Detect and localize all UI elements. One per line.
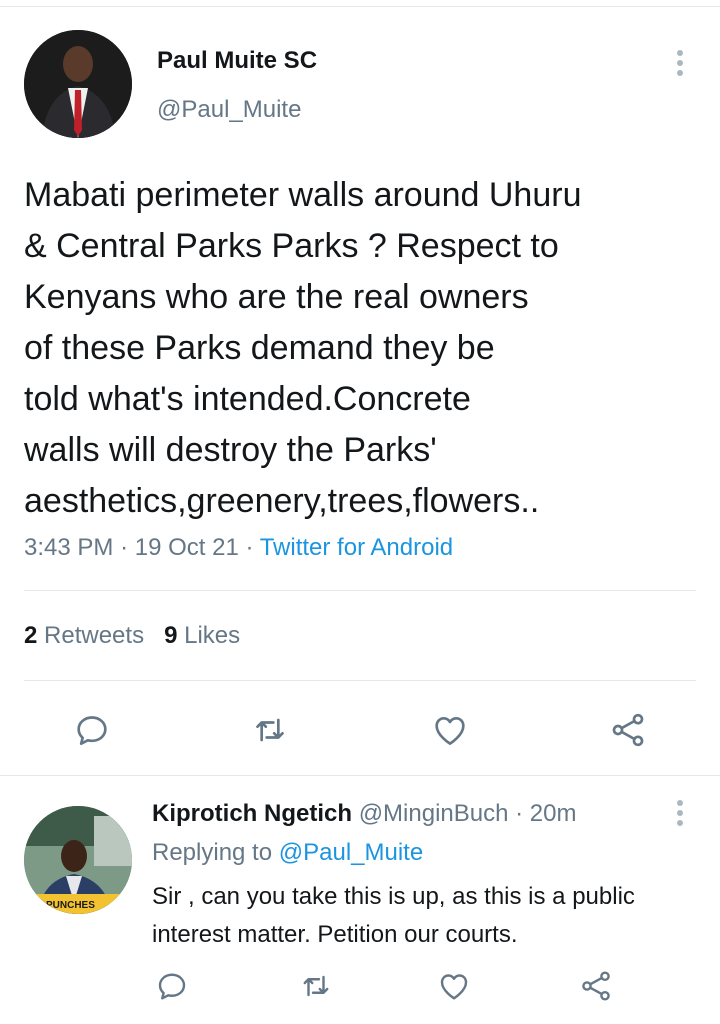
like-button[interactable] xyxy=(428,708,472,752)
tweet-text-line: walls will destroy the Parks' xyxy=(24,431,437,469)
author-avatar-image xyxy=(24,30,132,138)
tweet-text-line: & Central Parks Parks ? Respect to xyxy=(24,227,559,265)
reply-author-name[interactable]: Kiprotich Ngetich xyxy=(152,800,352,827)
reply-reply-button[interactable] xyxy=(152,966,192,1006)
divider xyxy=(24,590,696,591)
avatar-caption: PUNCHES xyxy=(46,900,95,911)
tweet-text-line: Mabati perimeter walls around Uhuru xyxy=(24,176,582,214)
reply-share-button[interactable] xyxy=(576,966,616,1006)
engagement-stats: 2 Retweets 9 Likes xyxy=(24,622,240,650)
tweet-text-line: Kenyans who are the real owners xyxy=(24,278,529,316)
author-avatar[interactable] xyxy=(24,30,132,138)
tweet-source-link[interactable]: Twitter for Android xyxy=(260,534,453,561)
reply-text: Sir , can you take this is up, as this i… xyxy=(152,878,712,954)
retweets-label: Retweets xyxy=(44,622,145,649)
tweet-text-line: told what's intended.Concrete xyxy=(24,380,471,418)
reply-text-line: interest matter. Petition our courts. xyxy=(152,921,518,948)
reply-icon xyxy=(158,973,186,1000)
tweet-metadata: 3:43 PM · 19 Oct 21 · Twitter for Androi… xyxy=(24,534,453,562)
tweet-date: 19 Oct 21 xyxy=(134,534,239,561)
heart-icon xyxy=(435,717,465,745)
retweet-icon xyxy=(303,975,329,997)
author-handle[interactable]: @Paul_Muite xyxy=(157,96,301,124)
share-icon xyxy=(582,971,610,1001)
retweet-icon xyxy=(256,718,284,742)
share-icon xyxy=(612,713,644,747)
tweet-text: Mabati perimeter walls around Uhuru & Ce… xyxy=(24,170,704,527)
top-divider xyxy=(0,6,720,7)
tweet-time: 3:43 PM xyxy=(24,534,114,561)
reply-more-options-button[interactable] xyxy=(666,798,694,828)
reply-button[interactable] xyxy=(70,708,114,752)
reply-timestamp: 20m xyxy=(529,800,577,827)
meta-separator: · xyxy=(245,534,254,561)
divider xyxy=(24,680,696,681)
replying-to-label: Replying to xyxy=(152,839,273,866)
reply-header: Kiprotich Ngetich @MinginBuch · 20m xyxy=(152,800,576,828)
divider xyxy=(0,775,720,776)
likes-label: Likes xyxy=(184,622,241,649)
tweet-text-line: of these Parks demand they be xyxy=(24,329,495,367)
meta-separator: · xyxy=(515,800,524,827)
reply-retweet-button[interactable] xyxy=(296,966,336,1006)
share-button[interactable] xyxy=(606,708,650,752)
author-name[interactable]: Paul Muite SC xyxy=(157,47,317,75)
reply-like-button[interactable] xyxy=(434,966,474,1006)
retweets-count: 2 xyxy=(24,622,38,649)
tweet-text-line: aesthetics,greenery,trees,flowers.. xyxy=(24,482,540,520)
more-options-button[interactable] xyxy=(666,48,694,78)
reply-icon xyxy=(77,716,107,745)
reply-author-avatar[interactable]: PUNCHES xyxy=(24,806,132,914)
replying-to-link[interactable]: @Paul_Muite xyxy=(279,839,423,866)
reply-text-line: Sir , can you take this is up, as this i… xyxy=(152,883,635,910)
reply-avatar-image: PUNCHES xyxy=(24,806,132,914)
retweets-stat[interactable]: 2 Retweets xyxy=(24,622,144,649)
replying-to: Replying to @Paul_Muite xyxy=(152,839,423,867)
meta-separator: · xyxy=(120,534,129,561)
reply-author-handle[interactable]: @MinginBuch xyxy=(359,800,509,827)
likes-stat[interactable]: 9 Likes xyxy=(164,622,240,649)
retweet-button[interactable] xyxy=(248,708,292,752)
likes-count: 9 xyxy=(164,622,178,649)
heart-icon xyxy=(440,974,468,1000)
